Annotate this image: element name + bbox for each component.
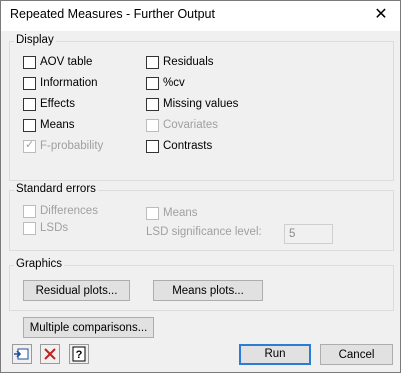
svg-text:?: ?: [76, 349, 83, 361]
run-button[interactable]: Run: [239, 344, 311, 365]
checkbox-box[interactable]: [146, 139, 159, 153]
checkmark-icon: ✓: [25, 138, 35, 151]
means-plots-button[interactable]: Means plots...: [153, 280, 263, 301]
effects-checkbox[interactable]: Effects: [23, 96, 75, 112]
f-probability-checkbox: ✓ F-probability: [23, 138, 104, 153]
means-checkbox[interactable]: Means: [23, 117, 75, 133]
help-button[interactable]: ?: [69, 344, 89, 364]
covariates-checkbox: Covariates: [146, 117, 218, 133]
checkbox-box[interactable]: [23, 97, 36, 111]
help-icon: ?: [72, 346, 86, 362]
checkbox-box[interactable]: [146, 55, 159, 69]
residuals-checkbox[interactable]: Residuals: [146, 54, 214, 70]
lsd-level-label: LSD significance level:: [146, 226, 262, 238]
checkbox-box: [23, 204, 36, 218]
checkbox-box[interactable]: [146, 97, 159, 111]
graphics-legend: Graphics: [14, 258, 65, 270]
lsd-level-input: 5: [284, 224, 333, 244]
information-checkbox[interactable]: Information: [23, 75, 98, 91]
dialog-window: Repeated Measures - Further Output ✕ Dis…: [0, 0, 401, 373]
se-means-checkbox: Means: [146, 205, 198, 221]
checkbox-box[interactable]: [23, 76, 36, 90]
checkbox-box[interactable]: [23, 55, 36, 69]
aov-table-checkbox[interactable]: AOV table: [23, 54, 92, 70]
differences-checkbox: Differences: [23, 203, 98, 219]
residual-plots-button[interactable]: Residual plots...: [23, 280, 130, 301]
clear-icon: [44, 348, 56, 360]
checkbox-box[interactable]: [146, 76, 159, 90]
title-bar: Repeated Measures - Further Output ✕: [1, 1, 400, 31]
checkbox-box: [146, 206, 159, 220]
clear-button[interactable]: [40, 344, 60, 364]
lsds-checkbox: LSDs: [23, 220, 68, 236]
cancel-button[interactable]: Cancel: [320, 344, 393, 365]
checkbox-box: ✓: [23, 138, 36, 153]
window-title: Repeated Measures - Further Output: [10, 7, 215, 21]
close-icon[interactable]: ✕: [370, 5, 392, 25]
defaults-icon: [14, 348, 29, 360]
missing-values-checkbox[interactable]: Missing values: [146, 96, 238, 112]
checkbox-box: [146, 118, 159, 132]
cv-checkbox[interactable]: %cv: [146, 75, 185, 91]
checkbox-box[interactable]: [23, 118, 36, 132]
multiple-comparisons-button[interactable]: Multiple comparisons...: [23, 317, 154, 338]
standard-errors-legend: Standard errors: [14, 183, 98, 195]
checkbox-box: [23, 221, 36, 235]
contrasts-checkbox[interactable]: Contrasts: [146, 138, 212, 154]
restore-defaults-button[interactable]: [12, 344, 32, 364]
display-legend: Display: [14, 34, 56, 46]
